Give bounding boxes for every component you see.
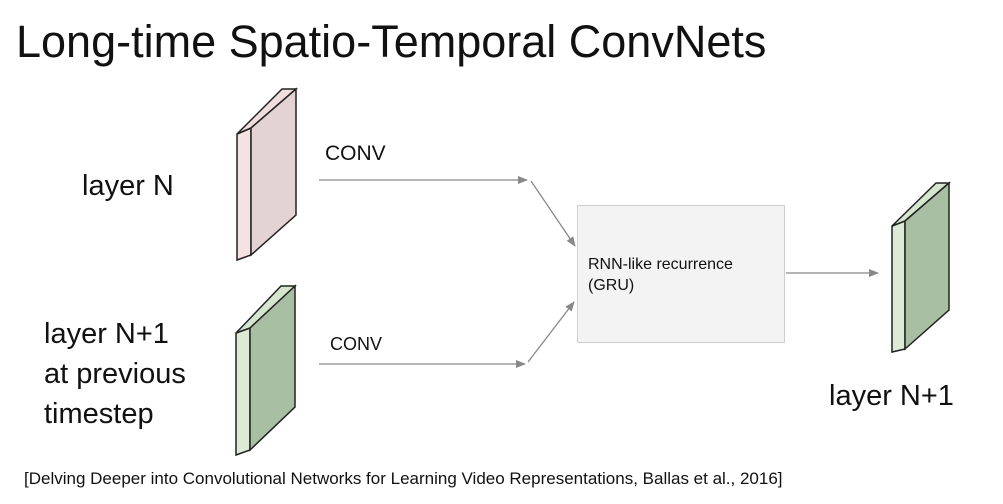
citation: [Delving Deeper into Convolutional Netwo… bbox=[24, 469, 783, 488]
label-conv-bottom: CONV bbox=[330, 334, 383, 354]
arrow-top-to-rnn bbox=[530, 180, 576, 247]
label-layer-prev-line-3: timestep bbox=[44, 398, 154, 430]
rnn-label-line-1: RNN-like recurrence bbox=[588, 256, 733, 273]
label-layer-out: layer N+1 bbox=[829, 380, 954, 412]
slide-title: Long-time Spatio-Temporal ConvNets bbox=[16, 16, 767, 67]
label-conv-top: CONV bbox=[325, 142, 386, 165]
rnn-label-line-2: (GRU) bbox=[588, 277, 635, 294]
layer-n-side bbox=[236, 126, 252, 262]
label-layer-prev-line-1: layer N+1 bbox=[44, 318, 169, 350]
layer-out-block bbox=[891, 181, 952, 353]
rnn-recurrence-label: RNN-like recurrence (GRU) bbox=[588, 254, 778, 296]
arrow-bottom-to-rnn bbox=[527, 301, 575, 363]
label-layer-n: layer N bbox=[82, 170, 174, 202]
label-layer-prev-line-2: at previous bbox=[44, 358, 186, 390]
layer-n-block bbox=[236, 87, 299, 262]
label-layer-prev: layer N+1 at previous timestep bbox=[44, 314, 264, 434]
layer-out-side bbox=[891, 219, 906, 353]
